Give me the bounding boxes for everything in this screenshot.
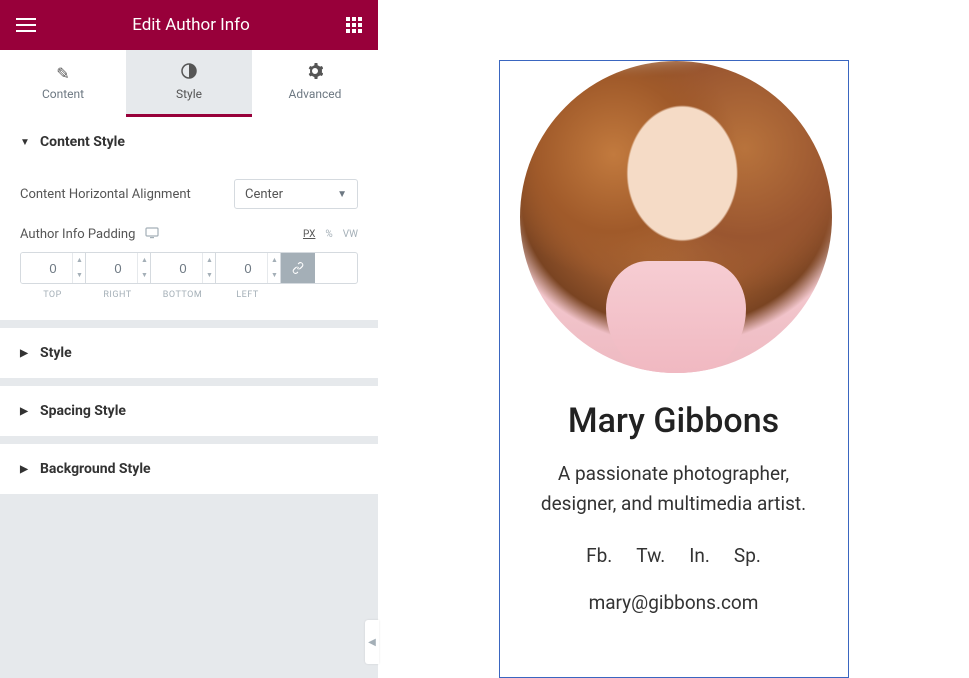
alignment-select[interactable]: Center ▼ [234, 179, 358, 209]
author-bio: A passionate photographer, designer, and… [520, 459, 828, 520]
social-sp[interactable]: Sp. [734, 544, 761, 567]
collapse-panel-button[interactable]: ◀ [365, 620, 379, 664]
alignment-label: Content Horizontal Alignment [20, 187, 191, 202]
tab-content-label: Content [42, 87, 84, 101]
panel-title: Edit Author Info [132, 15, 250, 35]
tab-style[interactable]: Style [126, 50, 252, 117]
social-fb[interactable]: Fb. [586, 544, 612, 567]
section-content-style-title: Content Style [40, 134, 125, 150]
unit-percent[interactable]: % [325, 229, 332, 240]
hamburger-menu-icon[interactable] [16, 18, 36, 32]
dim-label-right: RIGHT [85, 290, 150, 300]
desktop-icon[interactable] [145, 227, 159, 242]
unit-px[interactable]: PX [303, 229, 315, 240]
tab-advanced-label: Advanced [289, 87, 342, 101]
social-tw[interactable]: Tw. [636, 544, 665, 567]
gear-icon [307, 63, 323, 83]
section-spacing-title: Spacing Style [40, 403, 126, 419]
section-spacing-header[interactable]: ▶ Spacing Style [0, 386, 378, 436]
caret-right-icon: ▶ [20, 348, 28, 359]
unit-vw[interactable]: VW [343, 229, 358, 240]
tab-style-label: Style [176, 87, 202, 101]
dim-label-left: LEFT [215, 290, 280, 300]
spinner-right[interactable]: ▲▼ [137, 253, 151, 283]
section-background-title: Background Style [40, 461, 151, 477]
caret-right-icon: ▶ [20, 464, 28, 475]
spinner-left[interactable]: ▲▼ [267, 253, 281, 283]
dim-label-bottom: BOTTOM [150, 290, 215, 300]
section-style-header[interactable]: ▶ Style [0, 328, 378, 378]
author-card: Mary Gibbons A passionate photographer, … [499, 60, 849, 678]
author-name: Mary Gibbons [520, 401, 828, 441]
section-style-title: Style [40, 345, 72, 361]
tab-advanced[interactable]: Advanced [252, 50, 378, 117]
social-in[interactable]: In. [689, 544, 710, 567]
caret-right-icon: ▶ [20, 406, 28, 417]
pencil-icon: ✎ [56, 64, 69, 83]
tab-content[interactable]: ✎ Content [0, 50, 126, 117]
chevron-down-icon: ▼ [337, 189, 347, 200]
spinner-top[interactable]: ▲▼ [72, 253, 86, 283]
section-content-style-header[interactable]: ▼ Content Style [0, 117, 378, 167]
contrast-icon [181, 63, 197, 83]
padding-label: Author Info Padding [20, 227, 135, 242]
section-background-header[interactable]: ▶ Background Style [0, 444, 378, 494]
spinner-bottom[interactable]: ▲▼ [202, 253, 216, 283]
caret-down-icon: ▼ [20, 137, 28, 148]
link-values-button[interactable] [281, 253, 315, 283]
dim-label-top: TOP [20, 290, 85, 300]
author-avatar [520, 61, 832, 373]
alignment-value: Center [245, 187, 283, 202]
author-email: mary@gibbons.com [520, 591, 828, 614]
apps-grid-icon[interactable] [346, 17, 362, 33]
